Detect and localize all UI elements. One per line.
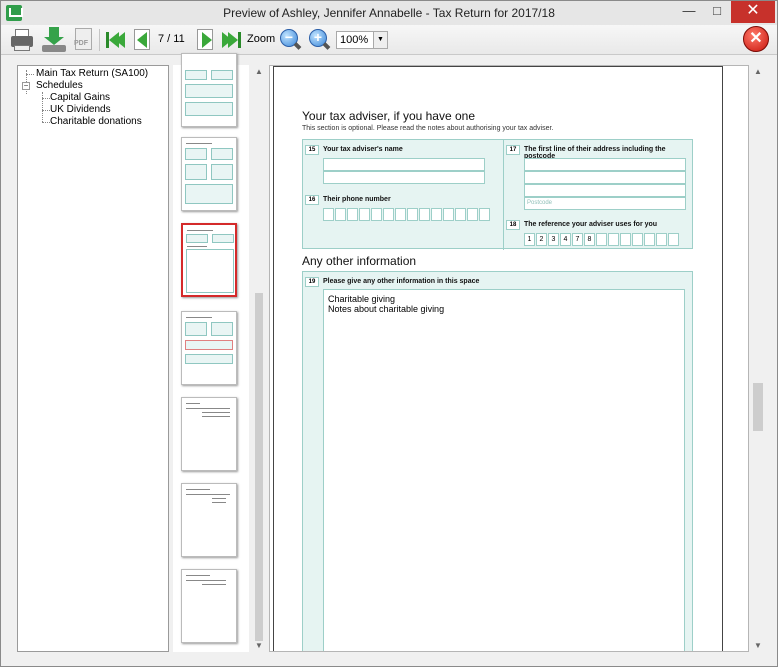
- tax-return-page: Your tax adviser, if you have one This s…: [273, 66, 723, 651]
- collapse-icon[interactable]: −: [22, 82, 30, 90]
- adviser-section-note: This section is optional. Please read th…: [302, 125, 554, 132]
- thumbnail-scrollbar[interactable]: ▲ ▼: [253, 65, 265, 652]
- minimize-button[interactable]: —: [675, 1, 703, 23]
- exit-button[interactable]: ✕: [743, 26, 769, 52]
- window-close-button[interactable]: ✕: [731, 1, 775, 23]
- page-viewer: Your tax adviser, if you have one This s…: [269, 65, 749, 652]
- last-page-button[interactable]: [219, 27, 243, 53]
- page-scrollbar[interactable]: ▲ ▼: [751, 65, 765, 652]
- other-info-textarea[interactable]: Charitable giving Notes about charitable…: [323, 289, 685, 651]
- scroll-down-icon[interactable]: ▼: [754, 641, 762, 650]
- adviser-postcode-field[interactable]: Postcode: [524, 197, 686, 210]
- print-button[interactable]: [9, 27, 35, 53]
- adviser-address-field[interactable]: [524, 171, 686, 184]
- page-thumbnail[interactable]: [181, 137, 237, 211]
- other-info-panel: 19 Please give any other information in …: [302, 271, 693, 651]
- page-thumbnail[interactable]: [181, 397, 237, 471]
- zoom-out-button[interactable]: −: [278, 27, 302, 53]
- tree-item-charitable-donations[interactable]: Charitable donations: [22, 116, 164, 128]
- save-button[interactable]: [41, 27, 67, 53]
- zoom-select[interactable]: 100% ▼: [336, 31, 388, 49]
- adviser-phone-label: Their phone number: [323, 196, 391, 203]
- page-thumbnails: [173, 53, 249, 652]
- adviser-phone-field[interactable]: [323, 208, 491, 221]
- zoom-in-button[interactable]: +: [307, 27, 331, 53]
- toolbar: PDF 7 / 11 Zoom − + 100% ▼ ✕: [1, 25, 777, 55]
- title-bar: Preview of Ashley, Jennifer Annabelle - …: [1, 1, 777, 25]
- adviser-section-title: Your tax adviser, if you have one: [302, 109, 476, 123]
- previous-page-button[interactable]: [130, 27, 154, 53]
- next-page-icon: [202, 32, 212, 48]
- previous-page-icon: [137, 32, 147, 48]
- page-thumbnail[interactable]: [181, 569, 237, 643]
- tree-item-uk-dividends[interactable]: UK Dividends: [22, 104, 164, 116]
- scroll-up-icon[interactable]: ▲: [754, 67, 762, 76]
- adviser-name-field[interactable]: [323, 171, 485, 184]
- scroll-up-icon[interactable]: ▲: [255, 67, 263, 76]
- adviser-reference-field[interactable]: 1 2 3 4 7 8: [524, 233, 680, 246]
- adviser-panel: 15 Your tax adviser's name 16 Their phon…: [302, 139, 693, 250]
- scroll-thumb[interactable]: [753, 383, 763, 431]
- adviser-reference-label: The reference your adviser uses for you: [524, 221, 658, 228]
- other-info-label: Please give any other information in thi…: [323, 278, 480, 285]
- adviser-address-field[interactable]: [524, 184, 686, 197]
- tree-item-main-return[interactable]: Main Tax Return (SA100): [22, 68, 164, 80]
- window-title: Preview of Ashley, Jennifer Annabelle - …: [223, 6, 555, 20]
- tree-item-capital-gains[interactable]: Capital Gains: [22, 92, 164, 104]
- page-indicator: 7 / 11: [158, 33, 185, 45]
- scroll-down-icon[interactable]: ▼: [255, 641, 263, 650]
- page-thumbnail[interactable]: [181, 53, 237, 127]
- page-thumbnail-selected[interactable]: [181, 223, 237, 297]
- export-pdf-button[interactable]: PDF: [71, 27, 95, 53]
- page-thumbnail[interactable]: [181, 311, 237, 385]
- first-page-button[interactable]: [102, 27, 126, 53]
- page-thumbnail[interactable]: [181, 483, 237, 557]
- section-tree: Main Tax Return (SA100) − Schedules Capit…: [17, 65, 169, 652]
- adviser-name-label: Your tax adviser's name: [323, 146, 403, 153]
- maximize-button[interactable]: □: [703, 1, 731, 23]
- zoom-label: Zoom: [247, 33, 276, 45]
- tree-item-schedules[interactable]: − Schedules: [22, 80, 164, 92]
- toolbar-separator: [99, 29, 100, 51]
- close-icon: ✕: [749, 30, 763, 47]
- scroll-thumb[interactable]: [255, 293, 263, 641]
- next-page-button[interactable]: [193, 27, 217, 53]
- adviser-address-field[interactable]: [524, 158, 686, 171]
- adviser-name-field[interactable]: [323, 158, 485, 171]
- chevron-down-icon: ▼: [373, 32, 387, 48]
- other-info-section-title: Any other information: [302, 254, 417, 268]
- preview-window: Preview of Ashley, Jennifer Annabelle - …: [0, 0, 778, 667]
